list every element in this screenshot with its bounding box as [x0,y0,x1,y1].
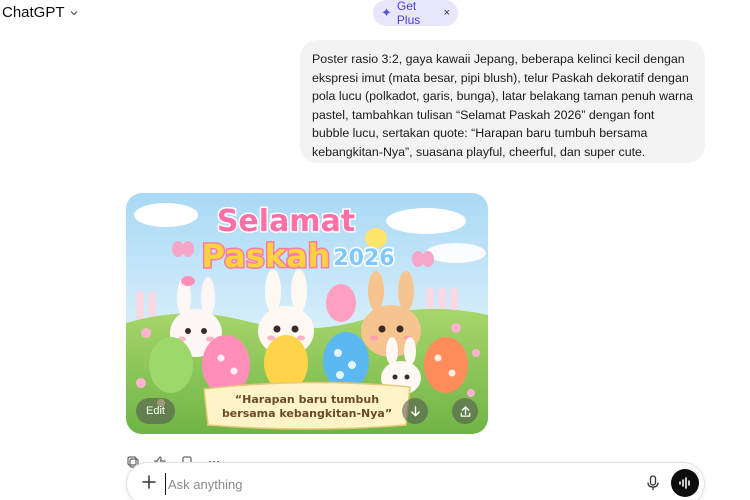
voice-mode-button[interactable] [671,469,699,497]
chevron-down-icon [70,10,77,15]
microphone-icon[interactable] [646,475,660,491]
get-plus-button[interactable]: ✦ Get Plus × [373,0,458,27]
edit-image-button[interactable]: Edit [136,398,175,424]
sparkle-icon: ✦ [381,5,392,20]
user-message-bubble: Poster rasio 3:2, gaya kawaii Jepang, be… [300,40,705,163]
get-plus-label: Get Plus [396,0,421,27]
chat-app: ChatGPT ✦ Get Plus × Poster rasio 3:2, g… [0,0,750,500]
download-button[interactable] [402,398,428,424]
poster-quote-line2: bersama kebangkitan-Nya” [222,407,392,420]
share-icon [460,405,470,417]
user-message-text: Poster rasio 3:2, gaya kawaii Jepang, be… [312,52,693,159]
poster-title-line1: Selamat [217,204,355,239]
poster-quote-line1: “Harapan baru tumbuh [235,393,379,406]
voice-waveform-icon [679,477,690,489]
generated-image[interactable]: Selamat Paskah 2026 “Harapan baru tumbuh… [126,193,488,434]
edit-label: Edit [146,405,165,417]
easter-poster-image: Selamat Paskah 2026 “Harapan baru tumbuh… [126,193,488,434]
ask-input[interactable] [165,473,635,495]
close-icon[interactable]: × [444,7,450,19]
model-switcher[interactable]: ChatGPT [2,4,79,21]
poster-title-line2: Paskah [202,237,331,275]
model-name: ChatGPT [2,4,65,21]
poster-year: 2026 [333,246,394,271]
download-icon [410,405,420,417]
message-composer [126,462,705,500]
share-button[interactable] [452,398,478,424]
plus-icon[interactable] [141,474,157,490]
